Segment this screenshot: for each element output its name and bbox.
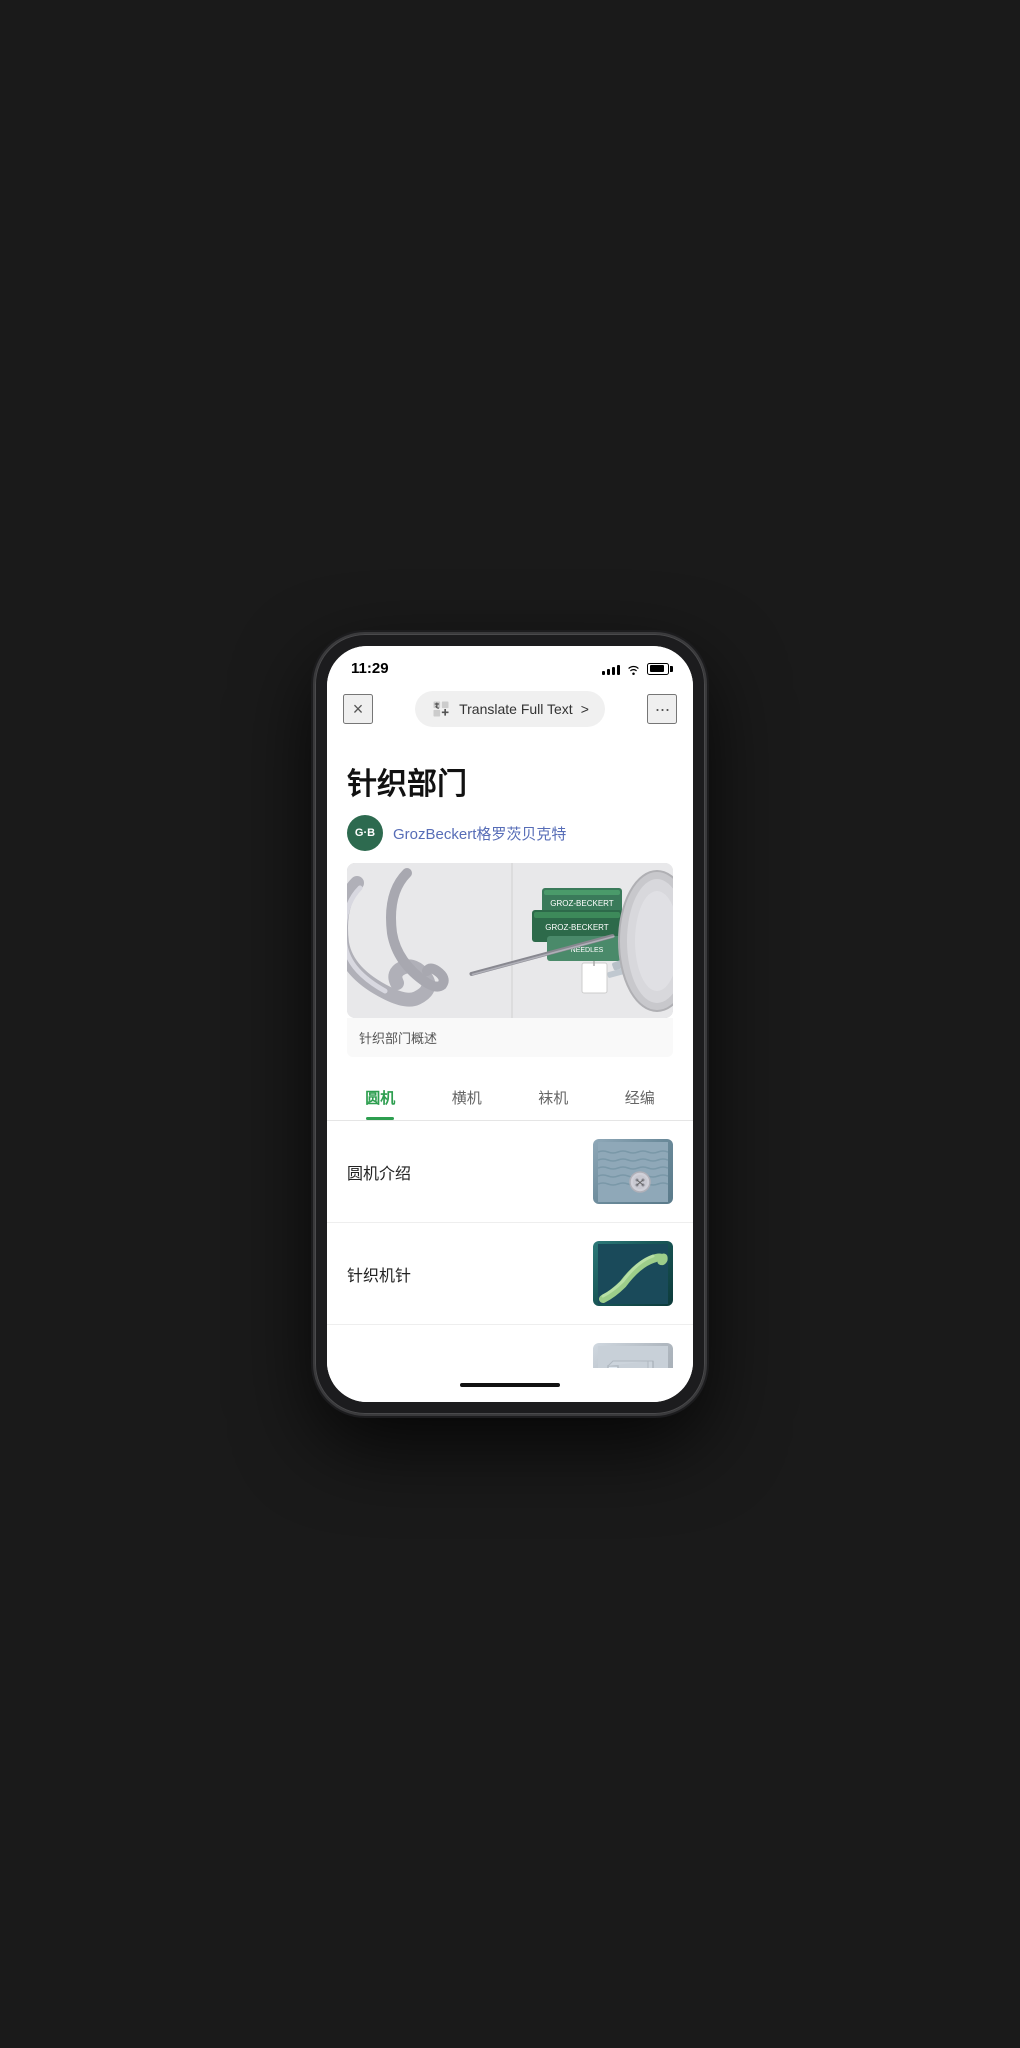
phone-screen: 11:29 ×	[327, 646, 693, 1402]
avatar: G·B	[347, 815, 383, 851]
content-scroll[interactable]: 针织部门 G·B GrozBeckert格罗茨贝克特	[327, 739, 693, 1368]
translate-label: Translate Full Text	[459, 701, 573, 717]
hero-illustration: GROZ-BECKERT GROZ-BECKERT NEEDLES	[347, 863, 673, 1018]
top-nav: × Translate Full Text > ···	[327, 683, 693, 739]
tabs-container: 圆机 横机 袜机 经编	[327, 1073, 693, 1121]
battery-icon	[647, 663, 669, 675]
status-icons	[602, 663, 669, 675]
author-name: GrozBeckert格罗茨贝克特	[393, 823, 566, 844]
list-item-title: 针织机针	[347, 1262, 411, 1286]
close-button[interactable]: ×	[343, 694, 373, 724]
status-bar: 11:29	[327, 646, 693, 683]
list-item[interactable]: 针织机针	[327, 1223, 693, 1325]
author-row[interactable]: G·B GrozBeckert格罗茨贝克特	[347, 815, 673, 851]
tab-flat[interactable]: 横机	[424, 1073, 511, 1120]
image-caption: 针织部门概述	[347, 1018, 673, 1057]
list-item[interactable]: 圆机介绍	[327, 1121, 693, 1223]
tab-circular[interactable]: 圆机	[337, 1073, 424, 1120]
list-item[interactable]: 辅针&针筒	[327, 1325, 693, 1368]
translate-full-text-button[interactable]: Translate Full Text >	[415, 691, 605, 727]
wifi-icon	[626, 663, 641, 675]
status-time: 11:29	[351, 660, 389, 677]
list-thumbnail-knit	[593, 1139, 673, 1204]
list-thumbnail-sinker	[593, 1343, 673, 1368]
home-indicator	[327, 1368, 693, 1402]
tab-hosiery[interactable]: 袜机	[510, 1073, 597, 1120]
list-item-title: 圆机介绍	[347, 1160, 411, 1184]
home-bar	[460, 1383, 560, 1387]
translate-chevron: >	[581, 701, 589, 717]
translate-icon	[431, 699, 451, 719]
more-options-button[interactable]: ···	[647, 694, 677, 724]
svg-text:GROZ-BECKERT: GROZ-BECKERT	[550, 899, 614, 908]
svg-text:GROZ-BECKERT: GROZ-BECKERT	[545, 923, 609, 932]
page-title: 针织部门	[347, 759, 673, 803]
phone-shell: 11:29 ×	[315, 634, 705, 1414]
hero-image: GROZ-BECKERT GROZ-BECKERT NEEDLES	[347, 863, 673, 1018]
page-header: 针织部门 G·B GrozBeckert格罗茨贝克特	[327, 739, 693, 863]
signal-icon	[602, 663, 620, 675]
list-thumbnail-needle	[593, 1241, 673, 1306]
tab-warp[interactable]: 经编	[597, 1073, 684, 1120]
